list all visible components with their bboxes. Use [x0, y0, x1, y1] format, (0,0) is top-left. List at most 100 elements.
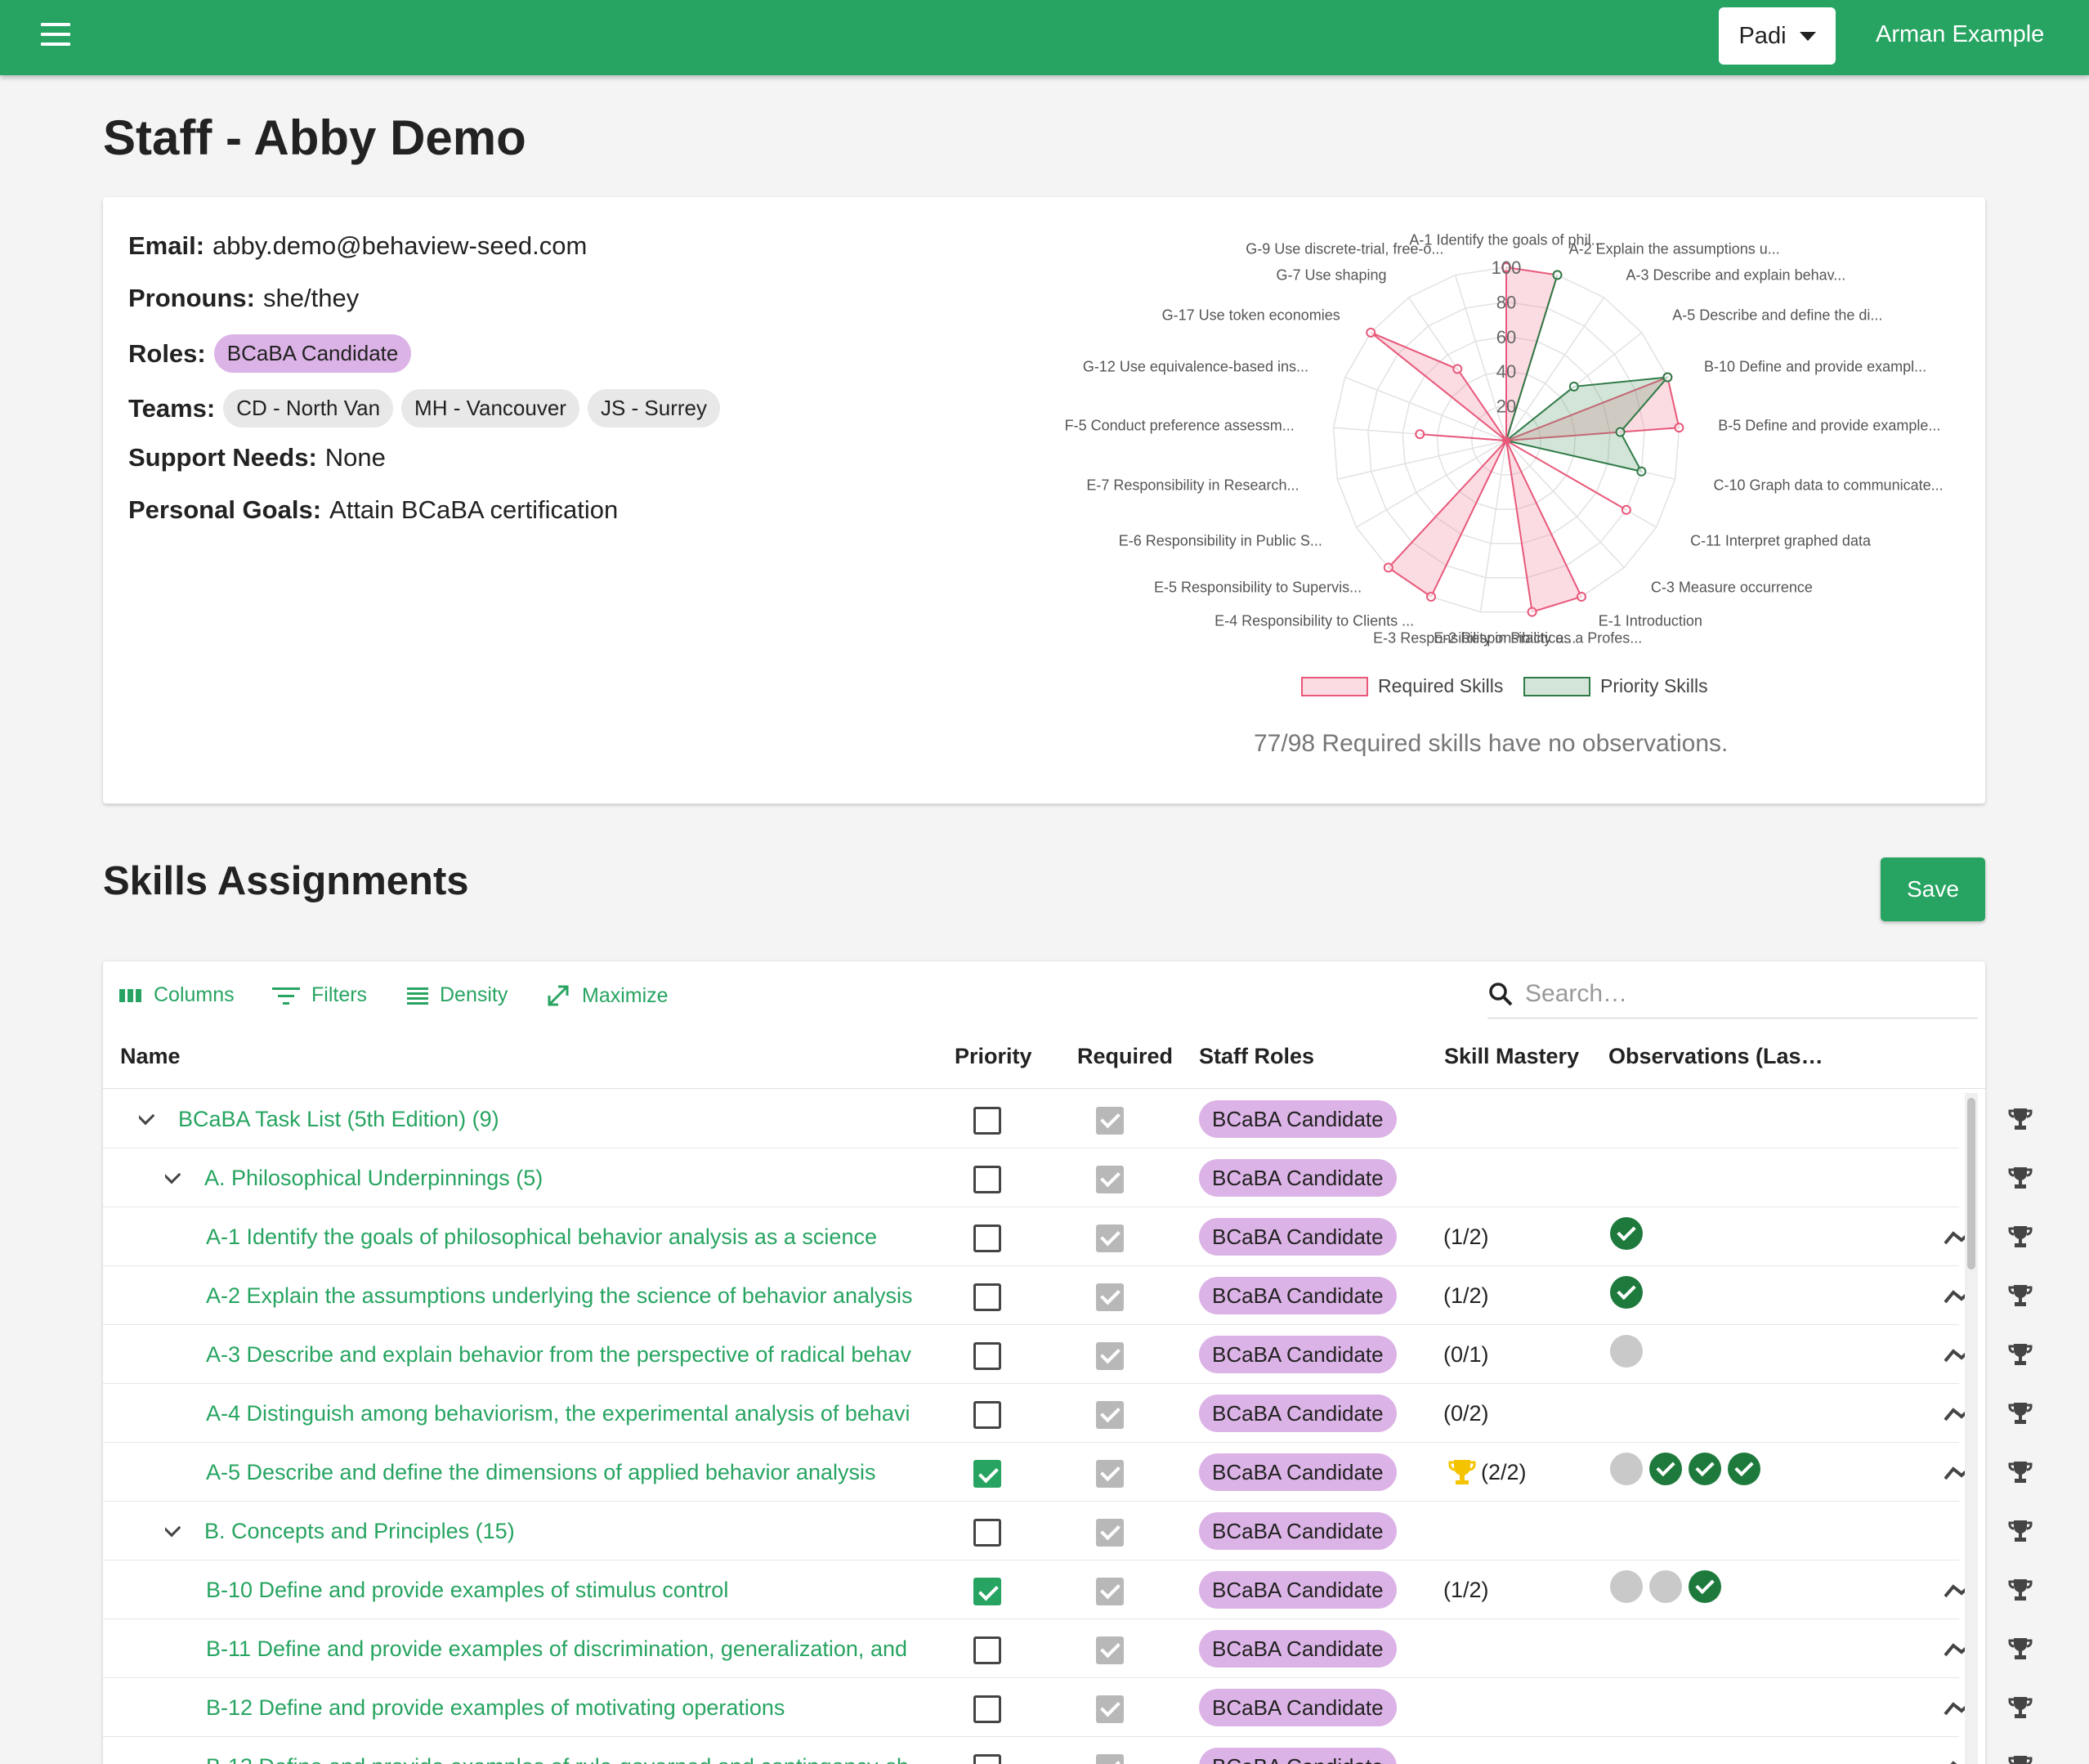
trophy-icon[interactable] — [2007, 1459, 2033, 1485]
staff-role-chip: BCaBA Candidate — [1199, 1100, 1397, 1138]
legend-required[interactable]: Required Skills — [1301, 675, 1503, 697]
trophy-icon[interactable] — [2007, 1106, 2033, 1132]
table-row[interactable]: A-4 Distinguish among behaviorism, the e… — [103, 1384, 2033, 1443]
priority-checkbox[interactable] — [973, 1519, 1001, 1547]
observations-cell — [1610, 1570, 1728, 1603]
row-name-text: B-12 Define and provide examples of moti… — [206, 1695, 785, 1720]
group-row[interactable]: A. Philosophical Underpinnings (5) BCaBA … — [103, 1148, 2033, 1207]
group-row[interactable]: BCaBA Task List (5th Edition) (9) BCaBA C… — [103, 1090, 2033, 1148]
priority-checkbox[interactable] — [973, 1225, 1001, 1252]
trophy-icon[interactable] — [2007, 1400, 2033, 1426]
trophy-icon[interactable] — [2007, 1695, 2033, 1721]
priority-checkbox[interactable] — [973, 1342, 1001, 1370]
column-header-staff-roles[interactable]: Staff Roles — [1199, 1044, 1314, 1069]
table-row[interactable]: A-2 Explain the assumptions underlying t… — [103, 1266, 2033, 1325]
columns-button[interactable]: Columns — [119, 983, 235, 1007]
required-checkbox — [1096, 1225, 1124, 1252]
observation-pending-icon[interactable] — [1649, 1570, 1682, 1603]
row-name-link[interactable]: BCaBA Task List (5th Edition) (9) — [139, 1090, 937, 1148]
filter-icon — [272, 987, 300, 1005]
row-name-link[interactable]: B-11 Define and provide examples of disc… — [206, 1619, 937, 1678]
observation-check-icon[interactable] — [1610, 1217, 1643, 1250]
filters-button[interactable]: Filters — [272, 983, 367, 1007]
priority-checkbox[interactable] — [973, 1283, 1001, 1311]
observation-pending-icon[interactable] — [1610, 1453, 1643, 1485]
observation-pending-icon[interactable] — [1610, 1570, 1643, 1603]
save-button[interactable]: Save — [1881, 857, 1985, 921]
trophy-icon[interactable] — [2007, 1753, 2033, 1764]
priority-checkbox[interactable] — [973, 1636, 1001, 1664]
chevron-down-icon[interactable] — [165, 1165, 181, 1184]
priority-checkbox[interactable] — [973, 1578, 1001, 1605]
row-name-link[interactable]: A-2 Explain the assumptions underlying t… — [206, 1266, 937, 1325]
observation-check-icon[interactable] — [1689, 1453, 1721, 1485]
scrollbar-thumb[interactable] — [1967, 1098, 1975, 1269]
table-row[interactable]: A-3 Describe and explain behavior from t… — [103, 1325, 2033, 1384]
trophy-icon[interactable] — [2007, 1341, 2033, 1368]
search-input[interactable] — [1525, 979, 1934, 1008]
observation-pending-icon[interactable] — [1610, 1335, 1643, 1368]
chevron-down-icon[interactable] — [139, 1106, 155, 1126]
group-row[interactable]: B. Concepts and Principles (15) BCaBA Can… — [103, 1502, 2033, 1560]
observation-check-icon[interactable] — [1728, 1453, 1760, 1485]
row-name-link[interactable]: B. Concepts and Principles (15) — [165, 1502, 937, 1560]
priority-checkbox[interactable] — [973, 1401, 1001, 1429]
trophy-icon[interactable] — [2007, 1636, 2033, 1662]
column-header-required[interactable]: Required — [1077, 1044, 1173, 1069]
trophy-icon[interactable] — [2007, 1224, 2033, 1250]
table-row[interactable]: A-5 Describe and define the dimensions o… — [103, 1443, 2033, 1502]
table-row[interactable]: B-10 Define and provide examples of stim… — [103, 1560, 2033, 1619]
required-skill-point — [1674, 423, 1684, 433]
legend-priority-label: Priority Skills — [1600, 675, 1708, 696]
row-name-link[interactable]: B-13 Define and provide examples of rule… — [206, 1737, 937, 1764]
staff-role-chip: BCaBA Candidate — [1199, 1748, 1397, 1764]
priority-skill-point — [1662, 372, 1673, 383]
row-name-link[interactable]: A-1 Identify the goals of philosophical … — [206, 1207, 937, 1266]
observation-check-icon[interactable] — [1649, 1453, 1682, 1485]
priority-checkbox[interactable] — [973, 1107, 1001, 1135]
legend-priority[interactable]: Priority Skills — [1523, 675, 1708, 697]
row-name-text: A. Philosophical Underpinnings (5) — [204, 1165, 543, 1190]
table-row[interactable]: B-13 Define and provide examples of rule… — [103, 1737, 2033, 1764]
trophy-icon[interactable] — [2007, 1283, 2033, 1309]
search-icon — [1489, 982, 1513, 1005]
filters-label: Filters — [311, 983, 368, 1006]
priority-skill-point — [1636, 466, 1647, 477]
column-header-skill-mastery[interactable]: Skill Mastery — [1444, 1044, 1579, 1069]
column-header-name[interactable]: Name — [120, 1044, 181, 1069]
priority-checkbox[interactable] — [973, 1695, 1001, 1723]
table-row[interactable]: B-12 Define and provide examples of moti… — [103, 1678, 2033, 1737]
radar-axis-label: G-7 Use shaping — [1276, 266, 1387, 284]
priority-checkbox[interactable] — [973, 1460, 1001, 1488]
row-name-link[interactable]: A-5 Describe and define the dimensions o… — [206, 1443, 937, 1502]
radar-tick-label: 60 — [1496, 327, 1516, 347]
row-name-link[interactable]: A. Philosophical Underpinnings (5) — [165, 1148, 937, 1207]
trophy-icon[interactable] — [2007, 1518, 2033, 1544]
observation-check-icon[interactable] — [1610, 1276, 1643, 1309]
grid-scrollbar[interactable] — [1965, 1093, 1978, 1764]
priority-checkbox[interactable] — [973, 1166, 1001, 1193]
trophy-icon[interactable] — [2007, 1577, 2033, 1603]
row-name-link[interactable]: B-12 Define and provide examples of moti… — [206, 1678, 937, 1737]
density-button[interactable]: Density — [407, 983, 508, 1007]
skill-mastery-value: (2/2) — [1481, 1459, 1527, 1484]
chevron-down-icon[interactable] — [165, 1518, 181, 1538]
row-name-text: B-11 Define and provide examples of disc… — [206, 1636, 907, 1661]
radar-axis-label: B-10 Define and provide exampl... — [1704, 358, 1927, 375]
observation-check-icon[interactable] — [1689, 1570, 1721, 1603]
table-row[interactable]: A-1 Identify the goals of philosophical … — [103, 1207, 2033, 1266]
skill-mastery-value: (0/2) — [1443, 1400, 1489, 1426]
required-skill-point — [1366, 327, 1376, 338]
column-header-observations[interactable]: Observations (Las… — [1608, 1044, 1823, 1069]
row-name-link[interactable]: A-3 Describe and explain behavior from t… — [206, 1325, 937, 1384]
trophy-icon[interactable] — [2007, 1165, 2033, 1191]
radar-axis-label: G-12 Use equivalence-based ins... — [1082, 358, 1308, 375]
radar-axis-label: G-9 Use discrete-trial, free-o... — [1246, 240, 1444, 257]
row-name-link[interactable]: A-4 Distinguish among behaviorism, the e… — [206, 1384, 937, 1443]
maximize-button[interactable]: Maximize — [546, 983, 669, 1008]
table-row[interactable]: B-11 Define and provide examples of disc… — [103, 1619, 2033, 1678]
priority-checkbox[interactable] — [973, 1754, 1001, 1764]
row-name-link[interactable]: B-10 Define and provide examples of stim… — [206, 1560, 937, 1619]
row-name-text: B-10 Define and provide examples of stim… — [206, 1577, 729, 1602]
column-header-priority[interactable]: Priority — [955, 1044, 1032, 1069]
